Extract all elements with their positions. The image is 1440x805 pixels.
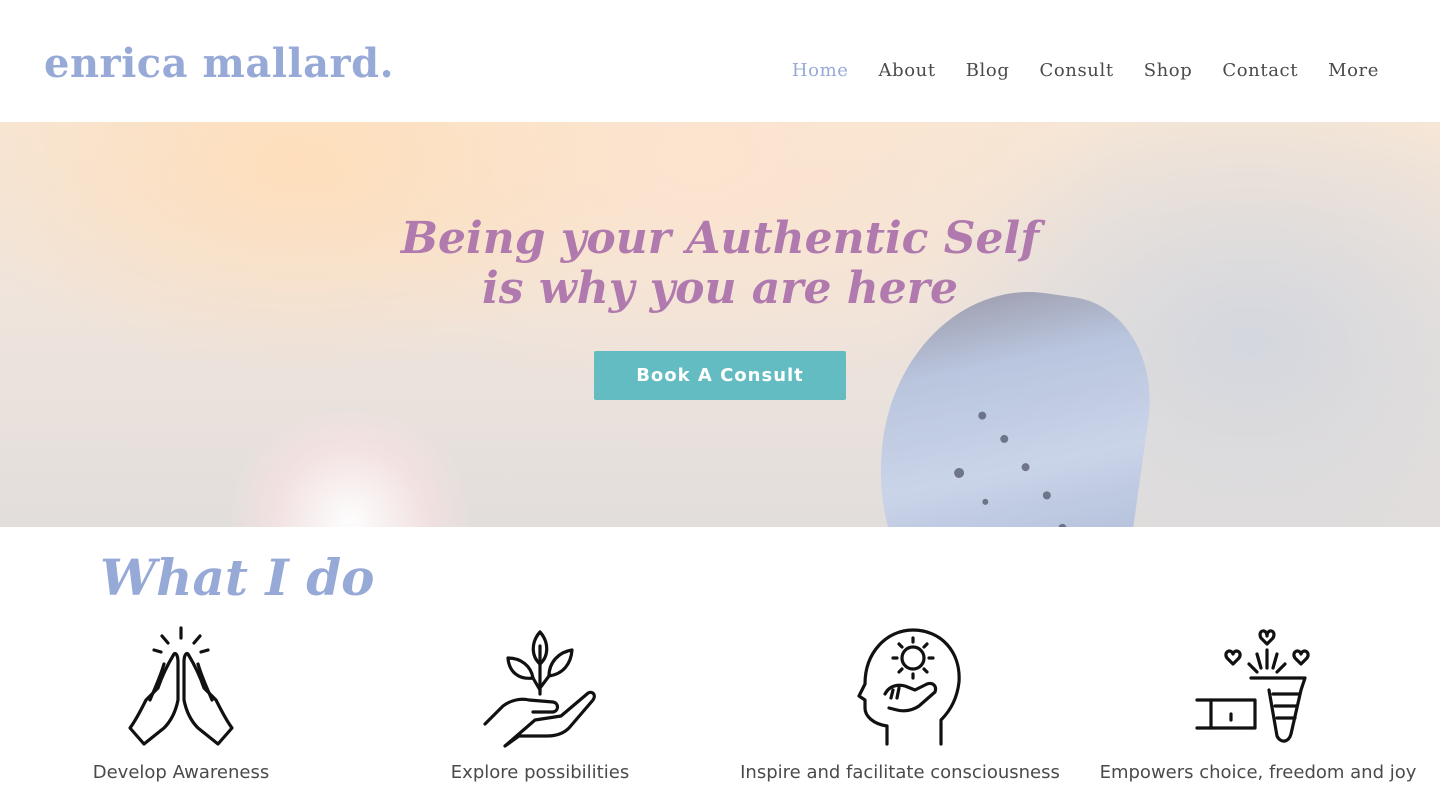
nav-item-blog[interactable]: Blog	[966, 58, 1010, 84]
service-item: Develop Awareness	[1, 624, 361, 783]
nav-item-shop[interactable]: Shop	[1144, 58, 1193, 84]
head-sun-icon	[857, 628, 961, 746]
hero-title-line-2: is why you are here	[482, 263, 958, 314]
hand-sprout-icon	[483, 630, 596, 748]
gift-hearts-icon	[1195, 629, 1310, 743]
praying-hands-icon	[128, 626, 234, 746]
section-title-what-i-do: What I do	[100, 548, 375, 607]
nav-item-consult[interactable]: Consult	[1039, 58, 1113, 84]
book-consult-button[interactable]: Book A Consult	[594, 351, 846, 400]
hero-flower-image	[220, 412, 480, 527]
nav-item-about[interactable]: About	[879, 58, 936, 84]
site-header: enrica mallard. Home About Blog Consult …	[0, 0, 1440, 122]
site-logo[interactable]: enrica mallard.	[44, 36, 394, 92]
nav-item-contact[interactable]: Contact	[1222, 58, 1298, 84]
hero-banner: Being your Authentic Self is why you are…	[0, 122, 1440, 527]
hero-title-line-1: Being your Authentic Self	[400, 213, 1040, 264]
service-label: Empowers choice, freedom and joy	[1099, 762, 1417, 783]
services-row: Develop Awareness Explore possibilities	[0, 624, 1440, 805]
nav-item-more[interactable]: More	[1328, 58, 1379, 84]
service-item: Inspire and facilitate consciousness	[720, 624, 1080, 783]
service-label: Inspire and facilitate consciousness	[740, 762, 1060, 783]
hero-title: Being your Authentic Self is why you are…	[0, 214, 1440, 314]
nav-item-home[interactable]: Home	[792, 58, 849, 84]
service-label: Develop Awareness	[92, 762, 270, 783]
service-item: Explore possibilities	[360, 624, 720, 783]
service-label: Explore possibilities	[450, 762, 630, 783]
service-item: Empowers choice, freedom and joy	[1078, 624, 1438, 783]
main-nav: Home About Blog Consult Shop Contact Mor…	[762, 58, 1379, 84]
